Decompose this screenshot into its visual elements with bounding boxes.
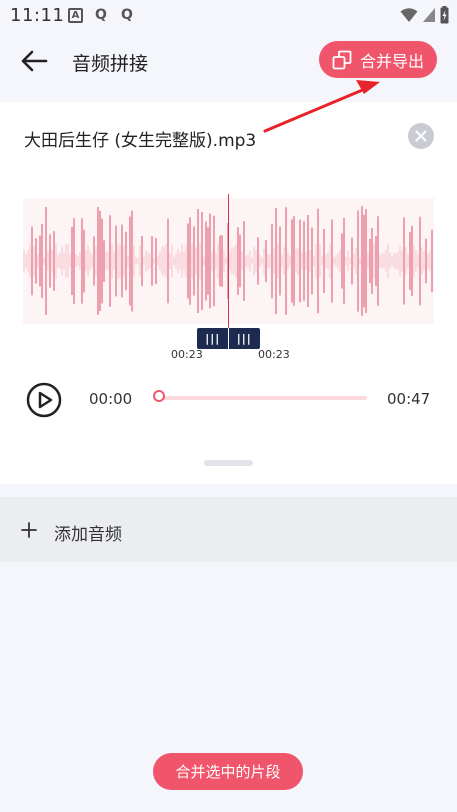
system-icons bbox=[400, 6, 449, 24]
q-notification-icon: Q bbox=[95, 7, 107, 23]
playhead[interactable] bbox=[228, 194, 229, 328]
right-grip-icon[interactable]: ||| bbox=[237, 332, 252, 345]
copy-icon bbox=[332, 50, 352, 69]
play-icon bbox=[26, 382, 62, 418]
screen: 11:11 A Q Q 音频拼接 合并导出 大田后生仔 (女生完整版).mp3 … bbox=[0, 0, 457, 812]
close-icon bbox=[415, 130, 427, 142]
merge-export-button[interactable]: 合并导出 bbox=[319, 41, 437, 78]
remove-file-button[interactable] bbox=[408, 123, 434, 149]
audio-item-card: 大田后生仔 (女生完整版).mp3 ||| ||| 00:23 00:23 00… bbox=[0, 102, 457, 484]
merge-selected-label: 合并选中的片段 bbox=[175, 763, 281, 781]
drag-handle[interactable] bbox=[204, 460, 253, 466]
progress-track[interactable] bbox=[159, 396, 367, 400]
q-notification-icon-2: Q bbox=[121, 7, 133, 23]
plus-icon bbox=[21, 522, 37, 538]
status-time: 11:11 bbox=[10, 5, 65, 26]
add-audio-row[interactable]: 添加音频 bbox=[0, 497, 457, 562]
back-button[interactable] bbox=[18, 46, 50, 76]
app-bar: 音频拼接 合并导出 bbox=[0, 32, 457, 90]
merge-selected-button[interactable]: 合并选中的片段 bbox=[153, 753, 303, 790]
play-button[interactable] bbox=[26, 382, 62, 418]
notification-icons: A Q Q bbox=[68, 7, 135, 23]
signal-icon bbox=[423, 8, 435, 22]
range-handle-divider bbox=[228, 328, 229, 349]
range-end-time: 00:23 bbox=[258, 348, 290, 361]
arrow-left-icon bbox=[21, 50, 48, 72]
left-grip-icon[interactable]: ||| bbox=[205, 332, 220, 345]
a-notification-icon: A bbox=[68, 7, 83, 23]
current-time: 00:00 bbox=[89, 390, 133, 408]
waveform[interactable] bbox=[23, 194, 434, 328]
battery-icon bbox=[440, 6, 449, 24]
range-start-time: 00:23 bbox=[171, 348, 203, 361]
status-bar: 11:11 A Q Q bbox=[0, 0, 457, 32]
file-name: 大田后生仔 (女生完整版).mp3 bbox=[24, 131, 257, 151]
range-handle[interactable]: ||| ||| bbox=[197, 328, 260, 349]
progress-thumb[interactable] bbox=[153, 390, 165, 402]
page-title: 音频拼接 bbox=[72, 53, 149, 75]
wifi-icon bbox=[400, 8, 418, 22]
merge-export-label: 合并导出 bbox=[359, 51, 424, 71]
add-audio-label: 添加音频 bbox=[54, 525, 122, 545]
total-time: 00:47 bbox=[387, 390, 431, 408]
